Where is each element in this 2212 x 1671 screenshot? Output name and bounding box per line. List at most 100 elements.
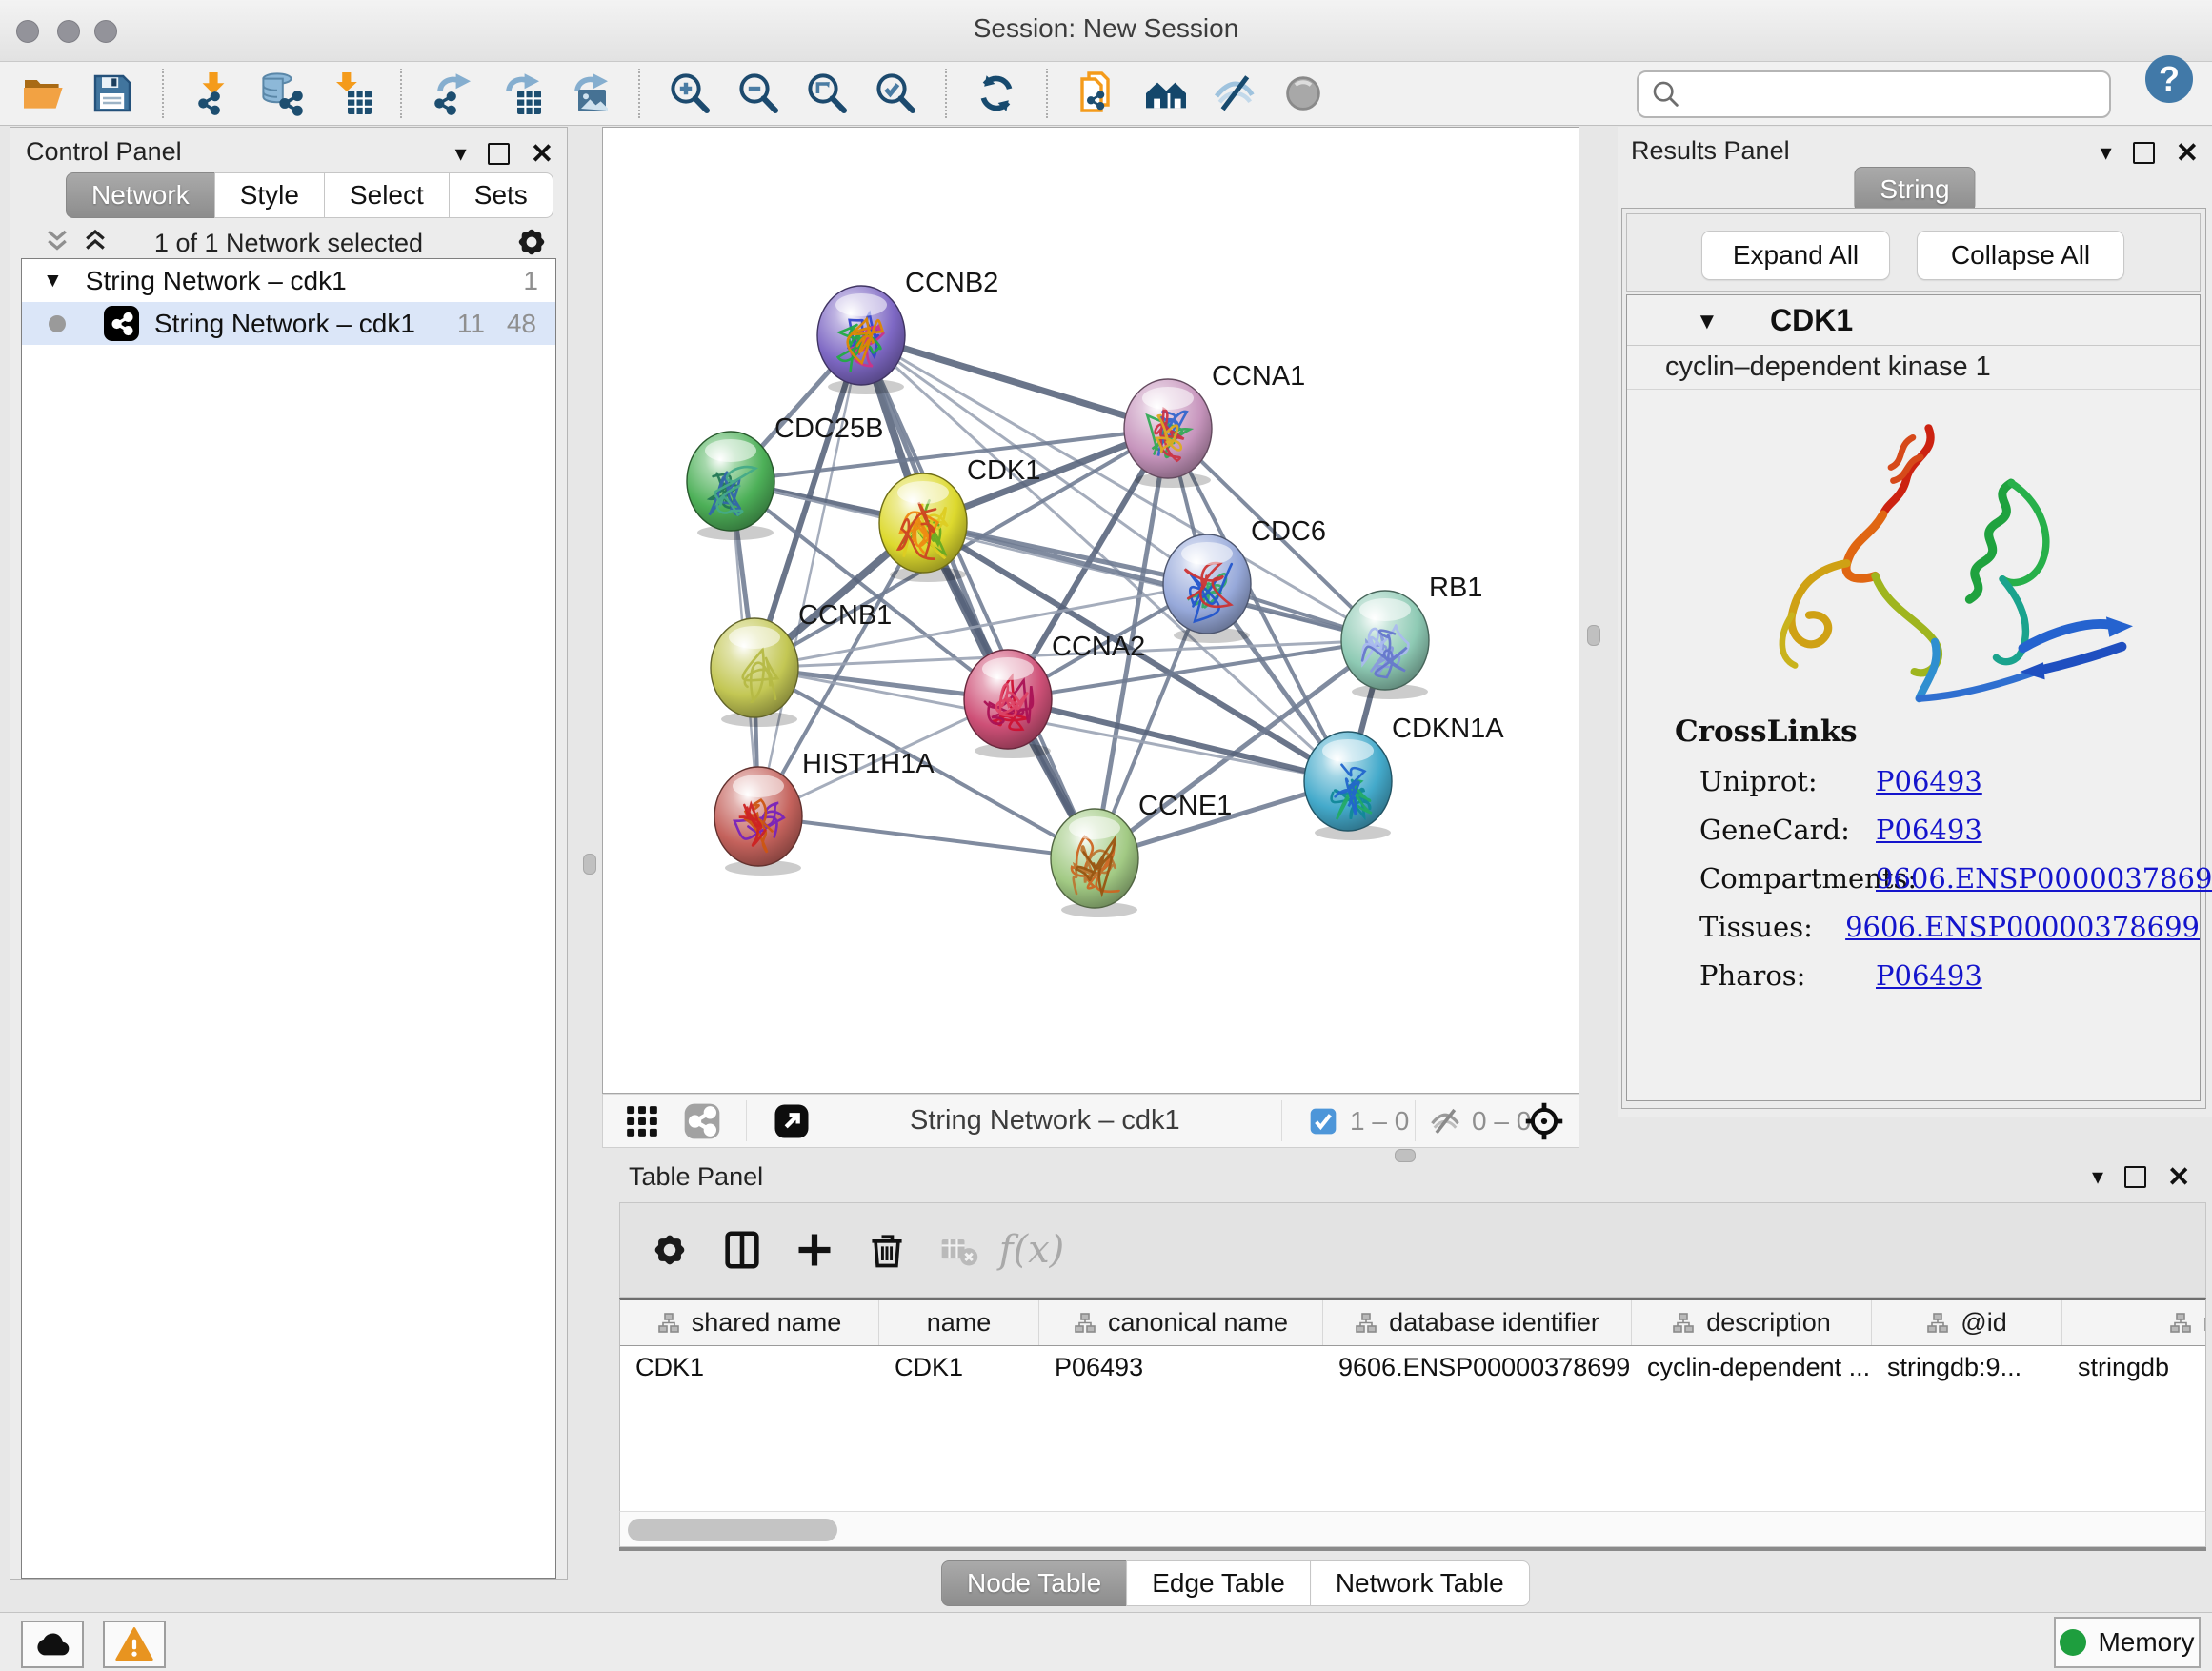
column-header-description[interactable]: description [1632, 1300, 1872, 1345]
table-settings-gear-icon[interactable] [633, 1221, 706, 1278]
column-header-namespace[interactable]: namespace [2062, 1300, 2206, 1345]
crosslink-link[interactable]: 9606.ENSP00000378699 [1876, 862, 2212, 895]
save-session-icon[interactable] [78, 67, 147, 120]
node-label-HIST1H1A: HIST1H1A [802, 749, 935, 779]
crosslink-link[interactable]: P06493 [1876, 765, 1982, 797]
network-row-label: String Network – cdk1 [154, 309, 415, 339]
share-document-icon[interactable] [1063, 67, 1132, 120]
open-in-window-icon[interactable] [773, 1095, 811, 1147]
collapse-all-button[interactable]: Collapse All [1917, 231, 2124, 280]
open-session-icon[interactable] [10, 67, 78, 120]
toolbar-separator [400, 69, 402, 118]
right-splitter-handle[interactable] [1587, 625, 1600, 646]
edge-CCNB2-CCNA1[interactable] [861, 335, 1168, 429]
zoom-selected-icon[interactable] [861, 67, 930, 120]
export-table-icon[interactable] [486, 67, 554, 120]
import-table-file-icon[interactable] [316, 67, 385, 120]
protein-card-collapse-icon[interactable]: ▼ [1696, 309, 1719, 335]
crosslink-link[interactable]: 9606.ENSP00000378699 [1845, 911, 2200, 943]
crosslink-link[interactable]: P06493 [1876, 814, 1982, 846]
hide-unhide-icon[interactable] [1200, 67, 1269, 120]
grid-view-icon[interactable] [624, 1095, 660, 1147]
protein-card-header[interactable]: ▼ CDK1 [1627, 295, 2200, 346]
column-header-name[interactable]: name [879, 1300, 1039, 1345]
selected-checkbox-icon[interactable] [1308, 1095, 1338, 1147]
column-header-database-identifier[interactable]: database identifier [1323, 1300, 1632, 1345]
string-home-icon[interactable] [1132, 67, 1200, 120]
node-table[interactable]: shared namename canonical name database … [619, 1298, 2206, 1547]
results-panel-title: Results Panel [1631, 136, 1790, 166]
expand-all-button[interactable]: Expand All [1701, 231, 1890, 280]
show-columns-icon[interactable] [706, 1221, 778, 1278]
edge-HIST1H1A-CCNE1[interactable] [758, 816, 1095, 858]
search-input[interactable] [1682, 75, 2109, 113]
help-button[interactable]: ? [2145, 55, 2193, 103]
network-canvas[interactable]: CCNB2CCNA1CDC25BCDK1CDC6RB1CCNB1CCNA2CDK… [602, 127, 1579, 1094]
export-image-icon[interactable] [554, 67, 623, 120]
cytoscape-window: Session: New Session [0, 0, 2212, 1671]
results-panel-float-icon[interactable] [2133, 142, 2155, 164]
node-CDKN1A[interactable]: CDKN1A [1304, 714, 1504, 840]
string-results-container: Expand All Collapse All ▼ CDK1 cyclin–de… [1621, 208, 2206, 1109]
refresh-view-icon[interactable] [962, 67, 1031, 120]
tab-node-table[interactable]: Node Table [941, 1560, 1127, 1606]
title-bar[interactable]: Session: New Session [0, 0, 2212, 62]
hidden-eye-slash-icon[interactable] [1428, 1095, 1462, 1147]
bottom-splitter-handle[interactable] [1395, 1149, 1416, 1162]
import-network-database-icon[interactable] [248, 67, 316, 120]
left-splitter-handle[interactable] [583, 854, 596, 875]
zoom-fit-icon[interactable] [793, 67, 861, 120]
network-collection-row[interactable]: ▼ String Network – cdk1 1 [22, 259, 555, 302]
tab-edge-table[interactable]: Edge Table [1126, 1560, 1311, 1606]
node-RB1[interactable]: RB1 [1341, 573, 1482, 699]
node-CCNA1[interactable]: CCNA1 [1124, 361, 1305, 488]
node-CDC6[interactable]: CDC6 [1163, 516, 1326, 643]
table-panel-close-icon[interactable]: ✕ [2167, 1160, 2190, 1194]
tab-network[interactable]: Network [66, 172, 215, 218]
table-panel-collapse-icon[interactable]: ▾ [2092, 1163, 2103, 1191]
warning-button[interactable] [103, 1621, 166, 1668]
toggle-birdseye-icon[interactable] [1269, 67, 1337, 120]
add-column-icon[interactable] [778, 1221, 851, 1278]
edge-CCNB2-HIST1H1A[interactable] [758, 335, 861, 816]
table-hscrollbar-thumb[interactable] [628, 1519, 837, 1541]
node-label-RB1: RB1 [1429, 573, 1482, 603]
column-header-canonical-name[interactable]: canonical name [1039, 1300, 1323, 1345]
memory-button[interactable]: Memory [2054, 1617, 2201, 1668]
export-network-icon[interactable] [417, 67, 486, 120]
crosslink-link[interactable]: P06493 [1876, 959, 1982, 992]
network-share-icon[interactable] [683, 1095, 721, 1147]
zoom-in-icon[interactable] [655, 67, 724, 120]
control-panel-close-icon[interactable]: ✕ [531, 137, 553, 171]
import-network-file-icon[interactable] [179, 67, 248, 120]
cloud-button[interactable] [21, 1621, 84, 1668]
crosslink-label: Pharos: [1699, 959, 1876, 992]
tab-select[interactable]: Select [324, 172, 450, 218]
column-header--id[interactable]: @id [1872, 1300, 2062, 1345]
network-row[interactable]: String Network – cdk1 11 48 [22, 302, 555, 345]
tab-string[interactable]: String [1854, 167, 1975, 212]
tab-network-table[interactable]: Network Table [1310, 1560, 1530, 1606]
control-panel-collapse-icon[interactable]: ▾ [455, 140, 467, 168]
collection-expand-icon[interactable]: ▼ [43, 270, 63, 292]
column-header-shared-name[interactable]: shared name [620, 1300, 879, 1345]
node-label-CDK1: CDK1 [967, 455, 1040, 486]
results-panel-close-icon[interactable]: ✕ [2176, 136, 2199, 170]
table-row[interactable]: CDK1CDK1P064939606.ENSP00000378699cyclin… [620, 1346, 2205, 1388]
control-panel-float-icon[interactable] [488, 143, 510, 165]
node-CDC25B[interactable]: CDC25B [687, 413, 883, 540]
birdseye-crosshair-icon[interactable] [1523, 1095, 1565, 1147]
tab-style[interactable]: Style [214, 172, 325, 218]
tab-sets[interactable]: Sets [449, 172, 553, 218]
zoom-out-icon[interactable] [724, 67, 793, 120]
search-field[interactable] [1637, 70, 2111, 118]
node-HIST1H1A[interactable]: HIST1H1A [714, 749, 935, 876]
node-CCNE1[interactable]: CCNE1 [1051, 791, 1232, 917]
table-panel-float-icon[interactable] [2124, 1166, 2146, 1188]
network-node-count: 11 [457, 309, 485, 339]
delete-column-trash-icon[interactable] [851, 1221, 923, 1278]
edge-CCNB2-CCNE1[interactable] [861, 335, 1095, 858]
results-panel-collapse-icon[interactable]: ▾ [2101, 139, 2112, 167]
node-CCNB2[interactable]: CCNB2 [817, 268, 998, 394]
table-hscrollbar[interactable] [619, 1511, 2206, 1547]
